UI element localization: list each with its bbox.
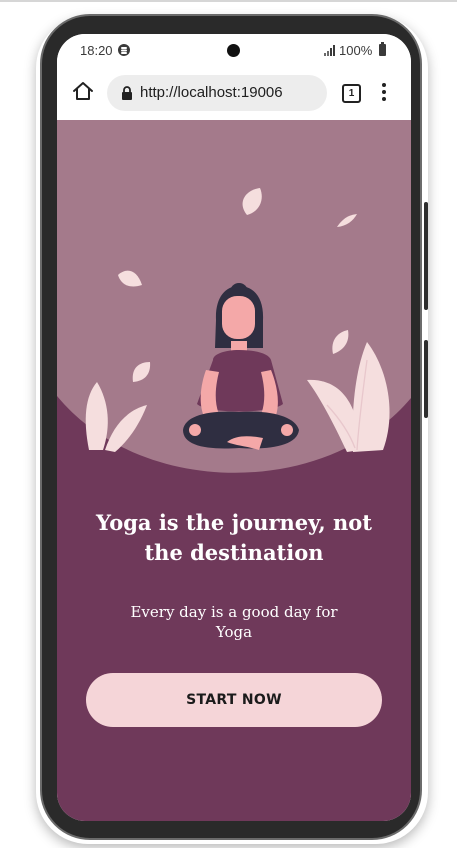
volume-button xyxy=(424,202,428,310)
camera-icon xyxy=(227,44,240,57)
status-time: 18:20 xyxy=(80,43,113,58)
start-now-button[interactable]: START NOW xyxy=(86,673,382,727)
more-vert-icon[interactable] xyxy=(382,83,386,101)
home-icon[interactable] xyxy=(72,80,94,102)
tab-switcher-icon[interactable]: 1 xyxy=(342,84,361,103)
spotify-icon xyxy=(118,44,130,56)
battery-percentage: 100% xyxy=(339,43,373,58)
subtitle: Every day is a good day for Yoga xyxy=(130,603,338,641)
lock-icon xyxy=(122,86,132,100)
phone-screen: 18:20 100% http://localhost:19006 1 Yoga… xyxy=(57,34,411,821)
headline: Yoga is the journey, not the destination xyxy=(96,510,372,565)
hero-illustration xyxy=(57,120,411,473)
browser-toolbar: http://localhost:19006 1 xyxy=(57,68,411,120)
battery-icon xyxy=(379,42,386,56)
status-bar: 18:20 100% xyxy=(57,34,411,68)
power-button xyxy=(424,340,428,418)
signal-icon xyxy=(324,45,336,56)
url-text: http://localhost:19006 xyxy=(140,84,283,101)
app-content: Yoga is the journey, not the destination… xyxy=(57,120,411,821)
address-bar[interactable]: http://localhost:19006 xyxy=(107,75,327,111)
screenshot-top-border xyxy=(0,0,457,2)
